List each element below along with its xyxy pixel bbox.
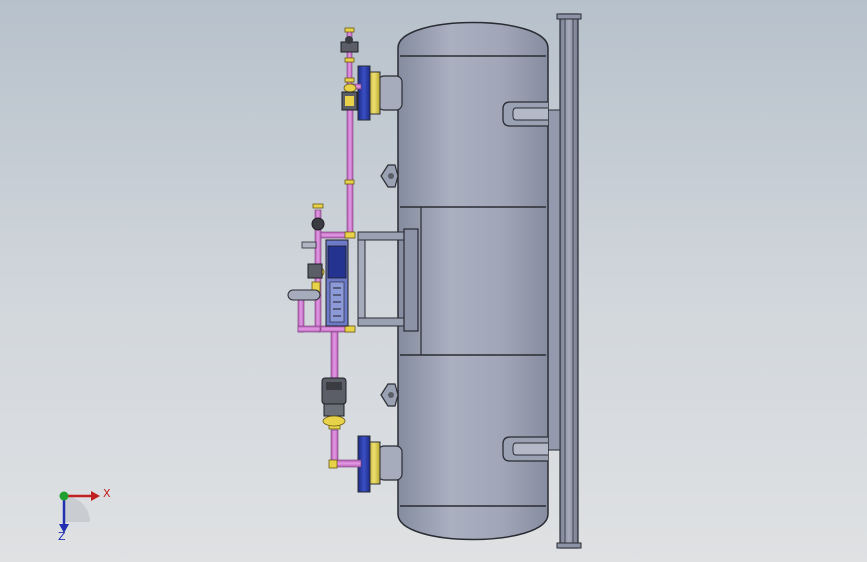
axis-x-label: X	[103, 487, 111, 500]
support-lug-upper	[502, 101, 548, 127]
vessel-assembly-model[interactable]	[0, 0, 867, 562]
support-lug-lower	[502, 436, 548, 462]
level-gauge	[301, 239, 349, 327]
axis-z-label: Z	[58, 530, 66, 543]
isolation-valve-lower	[321, 377, 347, 427]
x-axis-arrowhead	[91, 491, 100, 501]
nozzle-lower	[357, 435, 403, 493]
gauge-mounting-bracket	[357, 228, 419, 332]
lifting-lug-lower	[380, 383, 399, 407]
y-axis-origin	[59, 491, 69, 501]
lifting-lug-upper	[380, 164, 399, 188]
support-frame	[545, 13, 582, 549]
drain-pot	[287, 289, 321, 301]
vessel-shell	[397, 21, 549, 541]
isolation-valve-mid	[307, 263, 323, 293]
isolation-valve-upper	[341, 91, 358, 111]
coordinate-triad[interactable]	[59, 491, 100, 533]
top-valve-left	[311, 217, 325, 231]
nozzle-upper	[357, 65, 403, 121]
cad-viewport[interactable]: X Z	[0, 0, 867, 562]
vent-valve	[340, 36, 359, 53]
